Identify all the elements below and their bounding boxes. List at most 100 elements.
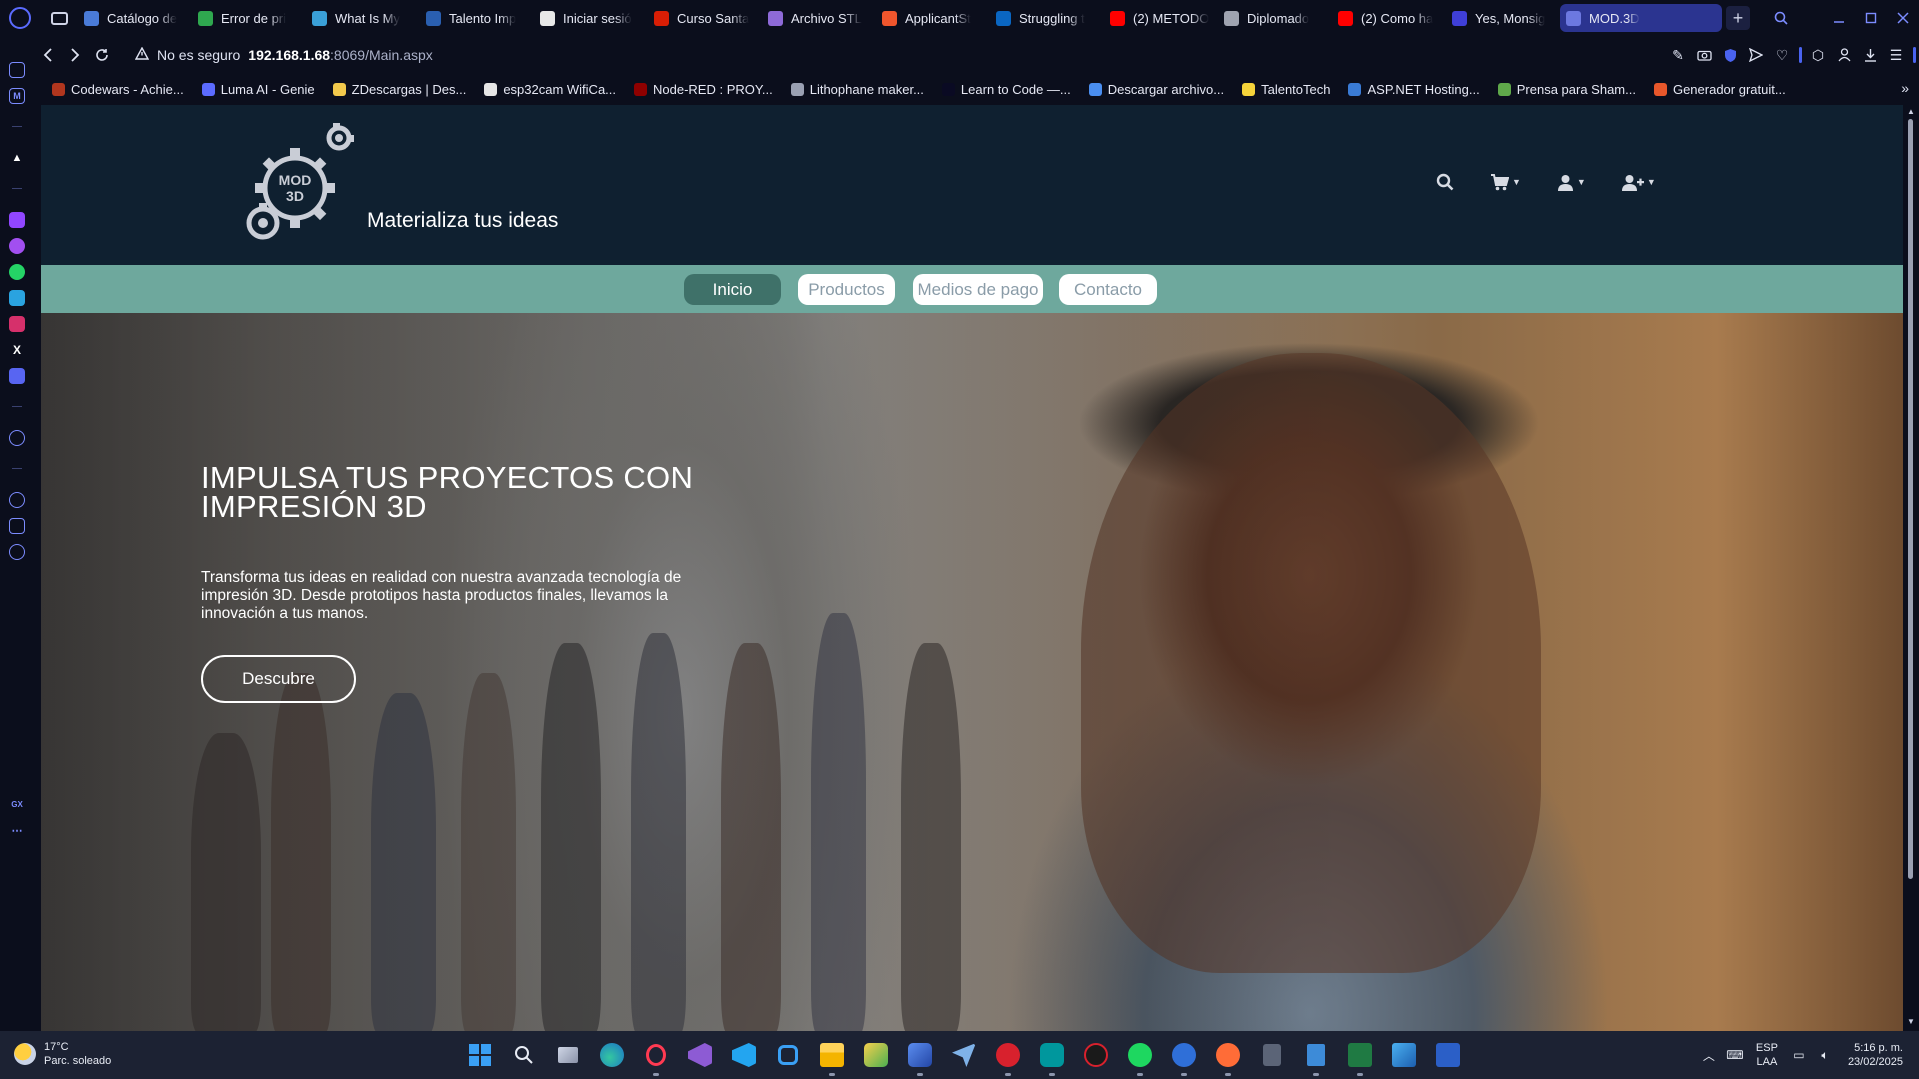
tab[interactable]: Yes, Monsig [1446,4,1560,32]
tab[interactable]: Catálogo de [78,4,192,32]
bookmark-item[interactable]: Learn to Code —... [941,82,1071,97]
tab[interactable]: Struggling t [990,4,1104,32]
extensions-icon[interactable] [9,518,25,534]
arduino-icon[interactable] [1034,1037,1070,1076]
nav-contacto[interactable]: Contacto [1059,274,1157,305]
tab[interactable]: Error de pri [192,4,306,32]
send-icon[interactable] [1743,36,1769,74]
taskbar-search-icon[interactable] [506,1037,542,1073]
cube-icon[interactable]: ⬡ [1805,36,1831,74]
settings-gear-icon[interactable] [9,544,25,560]
opera-menu-icon[interactable] [0,0,40,36]
x-twitter-icon[interactable]: X [9,342,25,358]
search-icon[interactable] [1436,173,1454,191]
nav-productos[interactable]: Productos [798,274,895,305]
volume-icon[interactable]: 🔈︎ [1812,1048,1838,1063]
discord-icon[interactable] [9,368,25,384]
solidworks-icon[interactable] [990,1037,1026,1076]
scrollbar-thumb[interactable] [1908,119,1913,879]
postman-icon[interactable] [1210,1037,1246,1076]
tab-gallery-icon[interactable] [40,0,78,36]
bookmark-item[interactable]: Generador gratuit... [1653,82,1786,97]
tab[interactable]: Iniciar sesió [534,4,648,32]
tab-search-icon[interactable] [1765,0,1797,36]
plane-app-icon[interactable] [946,1037,982,1073]
workspaces-icon[interactable] [9,62,25,78]
network-icon[interactable]: ▭ [1786,1048,1812,1062]
scroll-up-icon[interactable]: ▲ [1906,107,1916,116]
vpn-shield-icon[interactable] [1717,36,1743,74]
cart-dropdown[interactable]: ▼ [1490,173,1521,191]
maximize-icon[interactable] [1855,0,1887,36]
tab[interactable]: Talento Imp [420,4,534,32]
spotify-icon[interactable] [1122,1037,1158,1076]
back-icon[interactable] [34,40,61,70]
messenger-icon[interactable] [9,238,25,254]
task-view-icon[interactable] [550,1037,586,1073]
mod3d-logo[interactable]: MOD 3D [245,123,355,248]
bookmark-item[interactable]: Descargar archivo... [1088,82,1224,97]
bookmark-item[interactable]: Codewars - Achie... [52,82,184,97]
more-options-icon[interactable]: ⋯ [9,822,25,838]
word-icon[interactable] [1430,1037,1466,1073]
recorder-icon[interactable] [1078,1037,1114,1073]
page-scrollbar[interactable]: ▲ ▼ [1903,105,1919,1031]
minimize-icon[interactable] [1823,0,1855,36]
bookmark-item[interactable]: TalentoTech [1242,82,1330,97]
url-field[interactable]: No es seguro 192.168.1.68:8069/Main.aspx [134,46,433,63]
edge-icon[interactable] [594,1037,630,1073]
input-language[interactable]: ESP LAA [1756,1041,1778,1069]
excel-icon[interactable] [1342,1037,1378,1076]
tab[interactable]: ApplicantSt [876,4,990,32]
nav-medios-de-pago[interactable]: Medios de pago [913,274,1043,305]
clock[interactable]: 5:16 p. m. 23/02/2025 [1848,1041,1903,1069]
tab[interactable]: (2) Como ha [1332,4,1446,32]
bookmark-item[interactable]: Prensa para Sham... [1497,82,1636,97]
opera-gx-icon[interactable] [638,1037,674,1076]
bookmark-item[interactable]: ASP.NET Hosting... [1348,82,1480,97]
weather-widget[interactable]: 17°C Parc. soleado [14,1040,111,1068]
cortana-copilot-icon[interactable] [770,1037,806,1073]
history-icon[interactable] [9,492,25,508]
notepad-icon[interactable] [1298,1037,1334,1076]
whatsapp-icon[interactable] [9,264,25,280]
tab-active[interactable]: MOD.3D [1560,4,1722,32]
bookmarks-overflow-icon[interactable]: » [1901,80,1909,96]
twitch-icon[interactable] [9,212,25,228]
instagram-icon[interactable] [9,316,25,332]
tab[interactable]: (2) METODO [1104,4,1218,32]
sticky-notes-icon[interactable] [858,1037,894,1073]
heart-icon[interactable]: ♡ [1769,36,1795,74]
discover-button[interactable]: Descubre [201,655,356,703]
bookmark-item[interactable]: Lithophane maker... [790,82,924,97]
calculator-icon[interactable] [1254,1037,1290,1073]
keyboard-icon[interactable]: ⌨ [1722,1048,1748,1062]
bookmark-item[interactable]: Luma AI - Genie [201,82,315,97]
tab[interactable]: What Is My [306,4,420,32]
download-icon[interactable] [1857,36,1883,74]
edit-snapshot-icon[interactable]: ✎ [1665,36,1691,74]
register-user-dropdown[interactable]: ▼ [1621,174,1656,191]
scroll-down-icon[interactable]: ▼ [1906,1017,1916,1026]
new-tab-button[interactable]: + [1726,6,1750,30]
forward-icon[interactable] [61,40,88,70]
aria-icon[interactable]: ▲ [9,150,25,166]
reload-icon[interactable] [88,40,115,70]
tab[interactable]: Archivo STL [762,4,876,32]
bookmark-item[interactable]: Node-RED : PROY... [634,82,773,97]
tab[interactable]: Diplomado [1218,4,1332,32]
user-dropdown[interactable]: ▼ [1557,174,1586,191]
show-hidden-icons-icon[interactable]: ︿ [1696,1047,1722,1064]
menu-icon[interactable]: ☰ [1883,36,1909,74]
bookmark-item[interactable]: ZDescargas | Des... [332,82,466,97]
player-icon[interactable] [9,430,25,446]
gx-icon[interactable]: GX [9,796,25,812]
camera-icon[interactable] [1691,36,1717,74]
close-window-icon[interactable] [1887,0,1919,36]
network-tool-icon[interactable] [902,1037,938,1076]
tab[interactable]: Curso Santa [648,4,762,32]
visual-studio-icon[interactable] [682,1037,718,1073]
start-windows-icon[interactable] [462,1037,498,1073]
file-explorer-icon[interactable] [814,1037,850,1076]
nav-inicio[interactable]: Inicio [684,274,781,305]
